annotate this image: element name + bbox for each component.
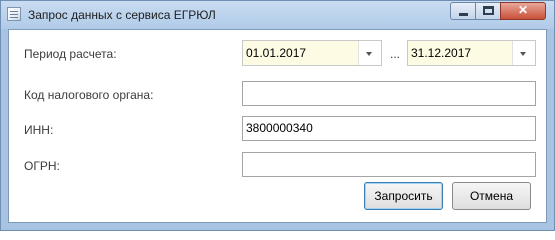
tax-code-input[interactable] xyxy=(242,81,536,106)
period-to-value: 31.12.2017 xyxy=(411,46,472,60)
period-to-field[interactable]: 31.12.2017 xyxy=(407,40,536,66)
dialog-window: Запрос данных с сервиса ЕГРЮЛ ✕ Период р… xyxy=(0,0,555,231)
ogrn-label: ОГРН: xyxy=(24,159,60,173)
period-from-field[interactable]: 01.01.2017 xyxy=(242,40,382,66)
maximize-icon xyxy=(483,6,494,15)
period-to-dropdown-icon[interactable] xyxy=(512,41,535,65)
period-label: Период расчета: xyxy=(24,47,117,61)
request-button[interactable]: Запросить xyxy=(364,182,443,210)
inn-input[interactable]: 3800000340 xyxy=(242,116,536,141)
minimize-icon xyxy=(459,13,468,16)
window-title: Запрос данных с сервиса ЕГРЮЛ xyxy=(28,8,216,22)
maximize-button[interactable] xyxy=(475,2,501,20)
tax-code-label: Код налогового органа: xyxy=(24,88,154,102)
cancel-button[interactable]: Отмена xyxy=(452,182,531,210)
period-from-dropdown-icon[interactable] xyxy=(358,41,381,65)
close-button[interactable]: ✕ xyxy=(500,2,546,20)
app-icon xyxy=(7,7,21,21)
inn-label: ИНН: xyxy=(24,123,54,137)
close-icon: ✕ xyxy=(517,3,529,17)
period-from-value: 01.01.2017 xyxy=(246,46,307,60)
period-separator: ... xyxy=(390,47,401,61)
ogrn-input[interactable] xyxy=(242,152,536,177)
dialog-content: Период расчета: 01.01.2017 ... 31.12.201… xyxy=(8,29,547,223)
title-bar[interactable]: Запрос данных с сервиса ЕГРЮЛ ✕ xyxy=(1,1,554,29)
minimize-button[interactable] xyxy=(450,2,476,20)
